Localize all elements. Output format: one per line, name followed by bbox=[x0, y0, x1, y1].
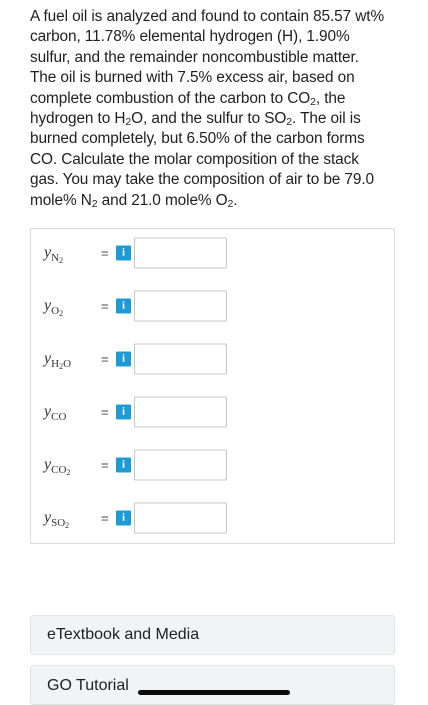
problem-line: gas. You may take the composition of air… bbox=[30, 171, 374, 189]
problem-line: The oil is burned with 7.5% excess air, … bbox=[30, 69, 355, 87]
subscript-text: H bbox=[51, 358, 60, 370]
variable-label: yCO2 bbox=[44, 456, 71, 477]
problem-line: . The oil is bbox=[292, 110, 361, 128]
equals-sign: = bbox=[101, 351, 109, 367]
answer-row-y-co2: yCO2 = i bbox=[31, 448, 394, 482]
subscript-text: SO bbox=[51, 517, 66, 529]
etextbook-media-button[interactable]: eTextbook and Media bbox=[30, 615, 395, 655]
variable-label: yO2 bbox=[44, 297, 64, 318]
info-icon[interactable]: i bbox=[116, 457, 131, 473]
info-icon[interactable]: i bbox=[116, 298, 131, 314]
variable-subscript: CO bbox=[51, 411, 66, 423]
problem-line: mole% N bbox=[30, 191, 92, 209]
info-icon[interactable]: i bbox=[116, 510, 131, 526]
info-icon[interactable]: i bbox=[116, 351, 131, 367]
equals-sign: = bbox=[101, 298, 109, 314]
problem-line: . bbox=[233, 191, 238, 209]
problem-line: O, and the sulfur to SO bbox=[131, 110, 287, 128]
subscript-text: N bbox=[51, 252, 60, 264]
go-tutorial-button[interactable]: GO Tutorial bbox=[30, 665, 395, 705]
problem-line: carbon, 11.78% elemental hydrogen (H), 1… bbox=[30, 28, 350, 46]
variable-label: yN2 bbox=[44, 244, 64, 265]
answer-input-y-co[interactable] bbox=[134, 396, 227, 428]
variable-subscript: N2 bbox=[51, 252, 64, 265]
problem-statement: A fuel oil is analyzed and found to cont… bbox=[30, 7, 402, 211]
info-icon[interactable]: i bbox=[116, 404, 131, 420]
answer-input-y-o2[interactable] bbox=[134, 290, 227, 322]
problem-line: burned completely, but 6.50% of the carb… bbox=[30, 130, 365, 148]
problem-line: and 21.0 mole% O bbox=[97, 191, 228, 209]
equals-sign: = bbox=[101, 457, 109, 473]
subscript-text: O bbox=[51, 305, 60, 317]
subscript-text: CO bbox=[51, 411, 67, 423]
variable-subscript: CO2 bbox=[51, 464, 71, 477]
answer-row-y-so2: ySO2 = i bbox=[31, 501, 394, 535]
problem-line: sulfur, and the remainder noncombustible… bbox=[30, 48, 359, 66]
answer-input-y-so2[interactable] bbox=[134, 502, 227, 534]
variable-label: ySO2 bbox=[44, 509, 70, 530]
etextbook-media-label: eTextbook and Media bbox=[47, 626, 200, 643]
equals-sign: = bbox=[101, 245, 109, 261]
subscript-number: 2 bbox=[65, 521, 70, 530]
problem-line: , the bbox=[315, 89, 346, 107]
answer-row-y-n2: yN2 = i bbox=[31, 236, 394, 270]
variable-subscript: H2O bbox=[51, 358, 72, 371]
subscript-text: CO bbox=[51, 464, 67, 476]
go-tutorial-label: GO Tutorial bbox=[47, 677, 129, 694]
variable-label: yH2O bbox=[44, 350, 72, 371]
variable-label: yCO bbox=[44, 403, 66, 423]
subscript-suffix: O bbox=[63, 358, 72, 370]
subscript-number: 2 bbox=[59, 256, 64, 265]
problem-line: A fuel oil is analyzed and found to cont… bbox=[30, 8, 385, 25]
info-icon[interactable]: i bbox=[116, 245, 131, 261]
problem-line: hydrogen to H bbox=[30, 110, 126, 128]
equals-sign: = bbox=[101, 404, 109, 420]
answer-input-y-h2o[interactable] bbox=[134, 343, 227, 375]
answer-row-y-o2: yO2 = i bbox=[31, 289, 394, 323]
answer-input-y-n2[interactable] bbox=[134, 237, 227, 269]
answer-row-y-h2o: yH2O = i bbox=[31, 342, 394, 376]
variable-subscript: SO2 bbox=[51, 517, 70, 530]
problem-line: complete combustion of the carbon to CO bbox=[30, 89, 311, 107]
answer-panel: yN2 = i yO2 = i yH2O = i yCO = i yCO2 = … bbox=[30, 228, 395, 544]
answer-row-y-co: yCO = i bbox=[31, 395, 394, 429]
subscript-number: 2 bbox=[59, 309, 64, 318]
variable-subscript: O2 bbox=[51, 305, 64, 318]
redaction-bar bbox=[138, 690, 290, 695]
subscript-number: 2 bbox=[66, 468, 71, 477]
problem-line: CO. Calculate the molar composition of t… bbox=[30, 150, 359, 168]
equals-sign: = bbox=[101, 510, 109, 526]
answer-input-y-co2[interactable] bbox=[134, 449, 227, 481]
